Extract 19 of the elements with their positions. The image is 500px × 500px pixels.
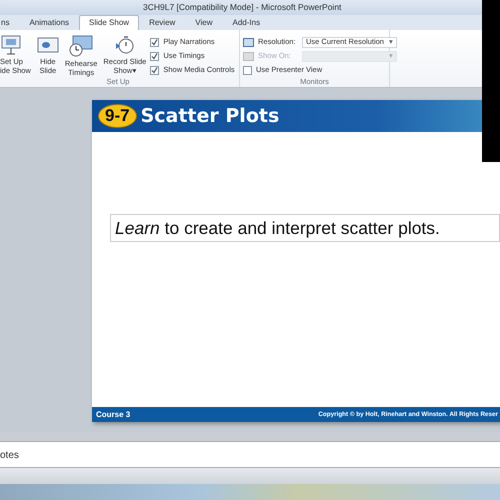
checkbox[interactable] <box>243 66 252 74</box>
ribbon-tab[interactable]: Slide Show <box>79 15 140 30</box>
checkbox[interactable] <box>150 66 160 74</box>
window-title: 3CH9L7 [Compatibility Mode] - Microsoft PowerPoint <box>143 1 342 14</box>
ribbon-tab[interactable]: Animations <box>19 15 80 30</box>
monitor-icon <box>243 52 254 60</box>
ribbon-tab[interactable]: Review <box>139 15 186 30</box>
course-label: Course 3 <box>96 408 130 420</box>
checkbox[interactable] <box>150 38 160 46</box>
slide-text: Learn to create and interpret scatter plots. <box>110 214 500 242</box>
checkbox[interactable] <box>150 52 160 60</box>
ribbon-tab[interactable]: ns <box>0 15 20 30</box>
slide-title: Scatter Plots <box>140 104 280 129</box>
notes-pane[interactable]: otes <box>0 441 500 468</box>
ribbon-tab[interactable]: View <box>185 15 222 30</box>
monitor-icon <box>243 38 254 46</box>
notes-placeholder: otes <box>0 450 19 461</box>
ribbon-tab[interactable]: Add-Ins <box>222 15 270 30</box>
lesson-number: 9-7 <box>98 104 137 128</box>
